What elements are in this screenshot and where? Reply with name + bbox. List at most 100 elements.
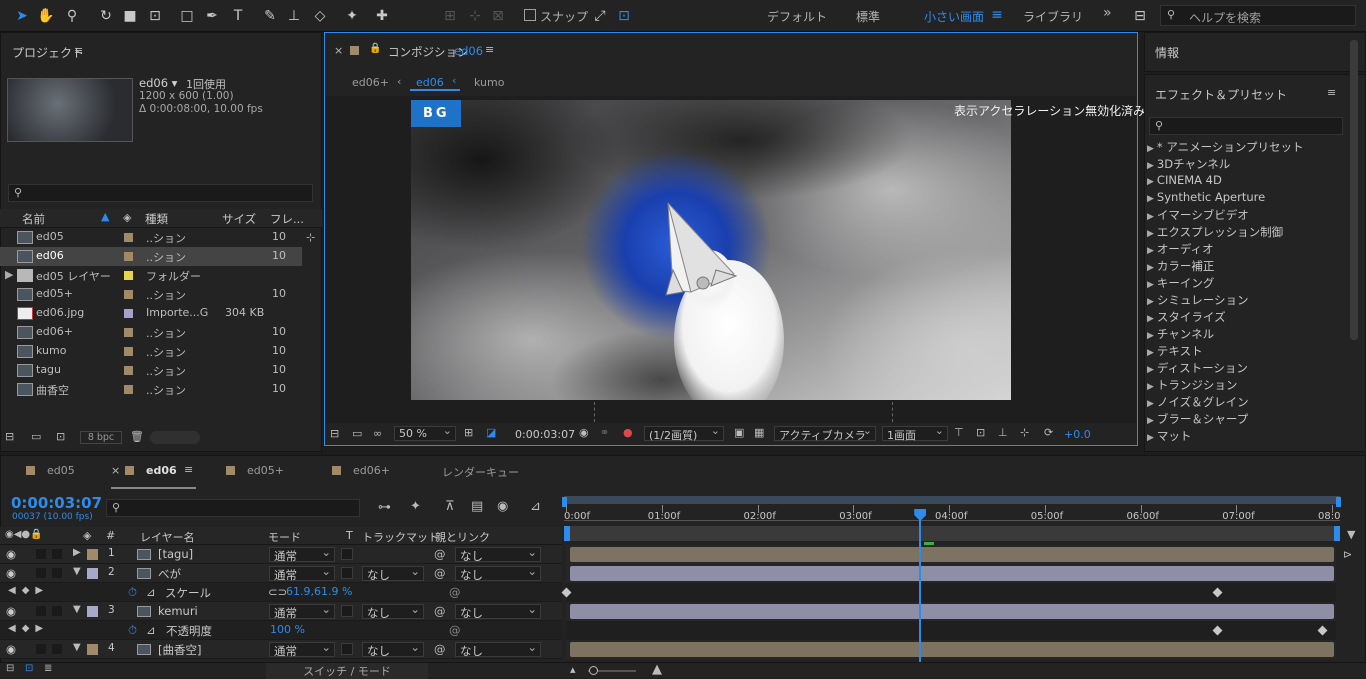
label-swatch[interactable] (87, 568, 98, 579)
effect-category[interactable]: ▶ キーイング (1147, 275, 1214, 291)
workspace-default[interactable]: デフォルト (767, 8, 827, 25)
monitor-icon[interactable]: ▭ (352, 427, 362, 440)
column-layer-name[interactable]: レイヤー名 (140, 529, 195, 545)
effect-category[interactable]: ▶ ノイズ＆グレイン (1147, 394, 1249, 410)
layer-switches-toggle-icon[interactable]: ⊟ (6, 663, 14, 674)
collapse-triangle-icon[interactable]: ▼ (73, 642, 81, 653)
label-swatch[interactable] (124, 252, 133, 261)
motion-blur-icon[interactable]: ◉ (497, 499, 508, 514)
timeline-tab[interactable]: × ed06 ≡ (111, 463, 196, 489)
workspace-overflow-icon[interactable]: » (1103, 5, 1112, 21)
stopwatch-icon[interactable]: ⏱ (128, 623, 137, 638)
axis-local-icon[interactable]: ⊞ (440, 6, 460, 26)
preserve-transparency-checkbox[interactable] (341, 567, 353, 579)
graph-editor-icon[interactable]: ⊿ (530, 499, 541, 514)
label-swatch[interactable] (87, 644, 98, 655)
axis-view-icon[interactable]: ⊠ (488, 6, 508, 26)
effect-category[interactable]: ▶ チャンネル (1147, 326, 1214, 342)
timeline-tab[interactable]: レンダーキュー (442, 463, 519, 489)
comp-timecode[interactable]: 0:00:03:07 (515, 428, 575, 441)
expand-triangle-icon[interactable]: ▶ (73, 547, 81, 558)
project-scroll-slider[interactable] (150, 431, 200, 444)
lock-icon[interactable]: 🔒 (369, 43, 381, 54)
label-swatch[interactable] (124, 271, 133, 280)
help-search-box[interactable]: ⚲ ヘルプを検索 (1160, 5, 1356, 26)
project-item[interactable]: 曲香空 ..ション 10 (0, 380, 302, 399)
blend-mode-dropdown[interactable]: 通常 (269, 602, 335, 620)
clone-stamp-tool-icon[interactable]: ⊥ (284, 6, 304, 26)
track-matte-dropdown[interactable]: なし (362, 640, 424, 658)
flowchart-icon[interactable]: ⊹ (306, 231, 315, 244)
pickwhip-icon[interactable]: @ (449, 585, 461, 599)
views-dropdown[interactable]: 1画面 (882, 424, 948, 442)
layer-row[interactable]: ◉ ▼ 2 べが 通常 なし @ なし (0, 564, 562, 583)
effects-search-input[interactable]: ⚲ (1149, 117, 1343, 135)
label-swatch[interactable] (87, 606, 98, 617)
bit-depth-button[interactable]: 8 bpc (80, 431, 122, 444)
hand-tool-icon[interactable]: ✋ (36, 6, 56, 26)
label-swatch[interactable] (124, 233, 133, 242)
reset-exposure-icon[interactable]: ⟳ (1044, 426, 1053, 439)
label-swatch[interactable] (124, 328, 133, 337)
effect-category[interactable]: ▶ 3Dチャンネル (1147, 156, 1230, 172)
timeline-menu-icon[interactable]: ▼ (1347, 528, 1355, 541)
resolution-dropdown[interactable]: (1/2画質) (644, 424, 724, 442)
comp-tab-name[interactable]: ed06 (454, 44, 483, 58)
label-swatch[interactable] (87, 549, 98, 560)
layer-name[interactable]: [tagu] (158, 547, 193, 561)
flowchart-icon[interactable]: ⊹ (1020, 426, 1029, 439)
vr-icon[interactable]: ∞ (373, 427, 382, 440)
track-matte-dropdown[interactable]: なし (362, 564, 424, 582)
effect-category[interactable]: ▶ ディストーション (1147, 360, 1248, 376)
effect-category[interactable]: ▶ ブラー＆シャープ (1147, 411, 1248, 427)
graph-icon[interactable]: ⊿ (146, 623, 156, 637)
timeline-icon[interactable]: ⊥ (998, 426, 1008, 439)
pickwhip-icon[interactable]: @ (434, 604, 446, 618)
zoom-nav-left-handle[interactable] (564, 526, 570, 541)
column-size[interactable]: サイズ (222, 211, 256, 227)
label-swatch[interactable] (124, 347, 133, 356)
zoom-dropdown[interactable]: 50 % (394, 424, 456, 441)
blend-mode-dropdown[interactable]: 通常 (269, 545, 335, 563)
breadcrumb-ed06-active[interactable]: ed06 ‹ (410, 73, 460, 91)
breadcrumb-kumo[interactable]: kumo (474, 76, 504, 89)
keyframe-navigator-icon[interactable]: ◀◆▶ (8, 623, 49, 634)
zoom-out-icon[interactable]: ▴ (570, 663, 576, 676)
workspace-menu-icon[interactable]: ≡ (987, 5, 1007, 25)
composition-flowchart-icon[interactable]: ⊶ (378, 500, 391, 515)
track-matte-dropdown[interactable]: なし (362, 602, 424, 620)
draft-3d-icon[interactable]: ✦ (410, 499, 421, 514)
pan-behind-tool-icon[interactable]: ⊡ (145, 6, 165, 26)
snap-target-icon[interactable]: ⊡ (614, 6, 634, 26)
effect-category[interactable]: ▶ CINEMA 4D (1147, 173, 1222, 187)
parent-dropdown[interactable]: なし (455, 602, 541, 620)
lock-switch[interactable] (52, 549, 62, 559)
selection-tool-icon[interactable]: ➤ (12, 6, 32, 26)
label-swatch[interactable] (124, 290, 133, 299)
work-area-bar[interactable] (564, 496, 1340, 504)
pen-tool-icon[interactable]: ✒ (202, 6, 222, 26)
lock-switch[interactable] (52, 644, 62, 654)
zoom-nav-right-handle[interactable] (1334, 526, 1340, 541)
layer-row[interactable]: ◉ ▼ 4 [曲香空] 通常 なし @ なし (0, 640, 562, 659)
project-menu-icon[interactable]: ≡ (74, 44, 83, 57)
parent-dropdown[interactable]: なし (455, 640, 541, 658)
zoom-in-icon[interactable]: ▲ (652, 662, 662, 677)
region-of-interest-icon[interactable]: ▣ (734, 426, 744, 439)
brush-tool-icon[interactable]: ✎ (260, 6, 280, 26)
parent-dropdown[interactable]: なし (455, 545, 541, 563)
project-item[interactable]: tagu ..ション 10 (0, 361, 302, 380)
rotate-tool-icon[interactable]: ↻ (96, 6, 116, 26)
axis-world-icon[interactable]: ⊹ (465, 6, 485, 26)
solo-switch[interactable] (36, 606, 46, 616)
workspace-standard[interactable]: 標準 (856, 8, 880, 25)
show-snapshot-icon[interactable]: ⚭ (600, 426, 609, 439)
column-name[interactable]: 名前 (22, 211, 45, 227)
blend-mode-dropdown[interactable]: 通常 (269, 564, 335, 582)
layer-duration-bar[interactable] (570, 642, 1334, 657)
close-icon[interactable]: × (111, 464, 120, 477)
visibility-eye-icon[interactable]: ◉ (6, 547, 16, 561)
new-folder-icon[interactable]: ▭ (31, 430, 41, 443)
layer-row[interactable]: ◉ ▶ 1 [tagu] 通常 @ なし (0, 545, 562, 564)
timeline-menu-icon[interactable]: ≡ (184, 463, 193, 476)
